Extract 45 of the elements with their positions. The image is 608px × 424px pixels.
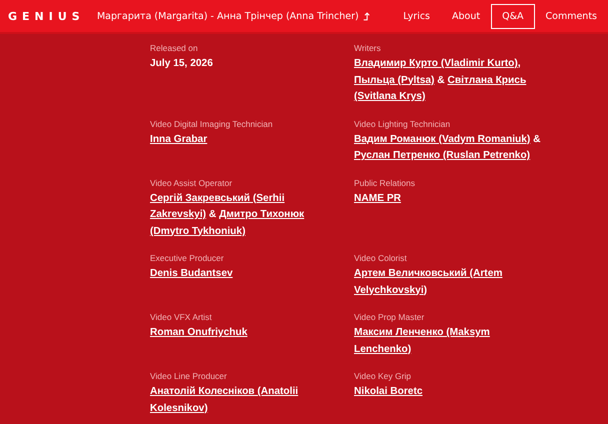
credit-label: Public Relations bbox=[354, 176, 416, 190]
credit-link[interactable]: Дмитро Тихонюк bbox=[219, 209, 304, 220]
credit-label: Released on bbox=[150, 42, 199, 55]
logo[interactable]: GENIUS bbox=[8, 10, 97, 22]
credit-text: & bbox=[208, 209, 218, 220]
song-title: Маргарита (Margarita) - Анна Трінчер (Anna Trincher) bbox=[96, 10, 359, 22]
credit-label: Video Digital Imaging Technician bbox=[150, 118, 274, 130]
credit-link[interactable]: Сергій Закревський (Serhii bbox=[150, 192, 285, 204]
credit-label: Video Line Producer bbox=[150, 370, 228, 383]
credit-text: , bbox=[518, 58, 521, 69]
credit-link[interactable]: (Svitlana Krys) bbox=[354, 91, 426, 102]
credit-label: Executive Producer bbox=[150, 252, 225, 265]
nav-tab[interactable]: Lyrics bbox=[392, 4, 442, 28]
nav-tab[interactable]: Q&A bbox=[491, 4, 534, 28]
credit-link[interactable]: Inna Grabar bbox=[150, 134, 208, 144]
credit-link[interactable]: Lenchenko) bbox=[354, 344, 412, 354]
credit-link[interactable]: Roman Onufriychuk bbox=[150, 327, 248, 338]
credit-text: July 15, 2026 bbox=[150, 58, 213, 69]
credit-link[interactable]: Вадим Романюк (Vadym Romaniuk) bbox=[354, 134, 530, 144]
credit-link[interactable]: Світлана Крись bbox=[447, 74, 526, 86]
credit-link[interactable]: Артем Величковський (Artem bbox=[354, 268, 502, 279]
arrow-up-icon[interactable] bbox=[362, 12, 370, 20]
credit-link[interactable]: Максим Ленченко (Maksym bbox=[354, 327, 490, 338]
credit-link[interactable]: Владимир Курто (Vladimir Kurto) bbox=[354, 58, 518, 69]
credit-link[interactable]: Zakrevskyi) bbox=[150, 209, 206, 220]
credit-link[interactable]: Пыльца (Pyltsa) bbox=[354, 74, 434, 86]
credit-link[interactable]: NAME PR bbox=[354, 192, 401, 204]
credit-link[interactable]: Velychkovskyi) bbox=[354, 284, 428, 296]
credit-label: Video Colorist bbox=[354, 252, 408, 265]
credit-label: Writers bbox=[354, 42, 382, 55]
credit-label: Video VFX Artist bbox=[150, 311, 213, 324]
credit-link[interactable]: Анатолій Колесніков (Anatolii bbox=[150, 386, 298, 397]
credit-label: Video Assist Operator bbox=[150, 176, 234, 190]
credit-link[interactable]: (Dmytro Tykhoniuk) bbox=[150, 226, 246, 236]
nav-tab[interactable]: Comments bbox=[534, 4, 608, 28]
credit-link[interactable]: Kolesnikov) bbox=[150, 402, 208, 414]
nav-tab[interactable]: About bbox=[441, 4, 492, 28]
credit-link[interactable]: Nikolai Boretc bbox=[354, 386, 423, 397]
credit-link[interactable]: Руслан Петренко (Ruslan Petrenko) bbox=[354, 150, 530, 161]
credit-text: & bbox=[436, 74, 446, 86]
credit-text: & bbox=[532, 134, 540, 144]
credit-label: Video Lighting Technician bbox=[354, 118, 452, 130]
credit-link[interactable]: Denis Budantsev bbox=[150, 268, 233, 279]
credit-label: Video Key Grip bbox=[354, 370, 412, 383]
credit-label: Video Prop Master bbox=[354, 311, 426, 324]
